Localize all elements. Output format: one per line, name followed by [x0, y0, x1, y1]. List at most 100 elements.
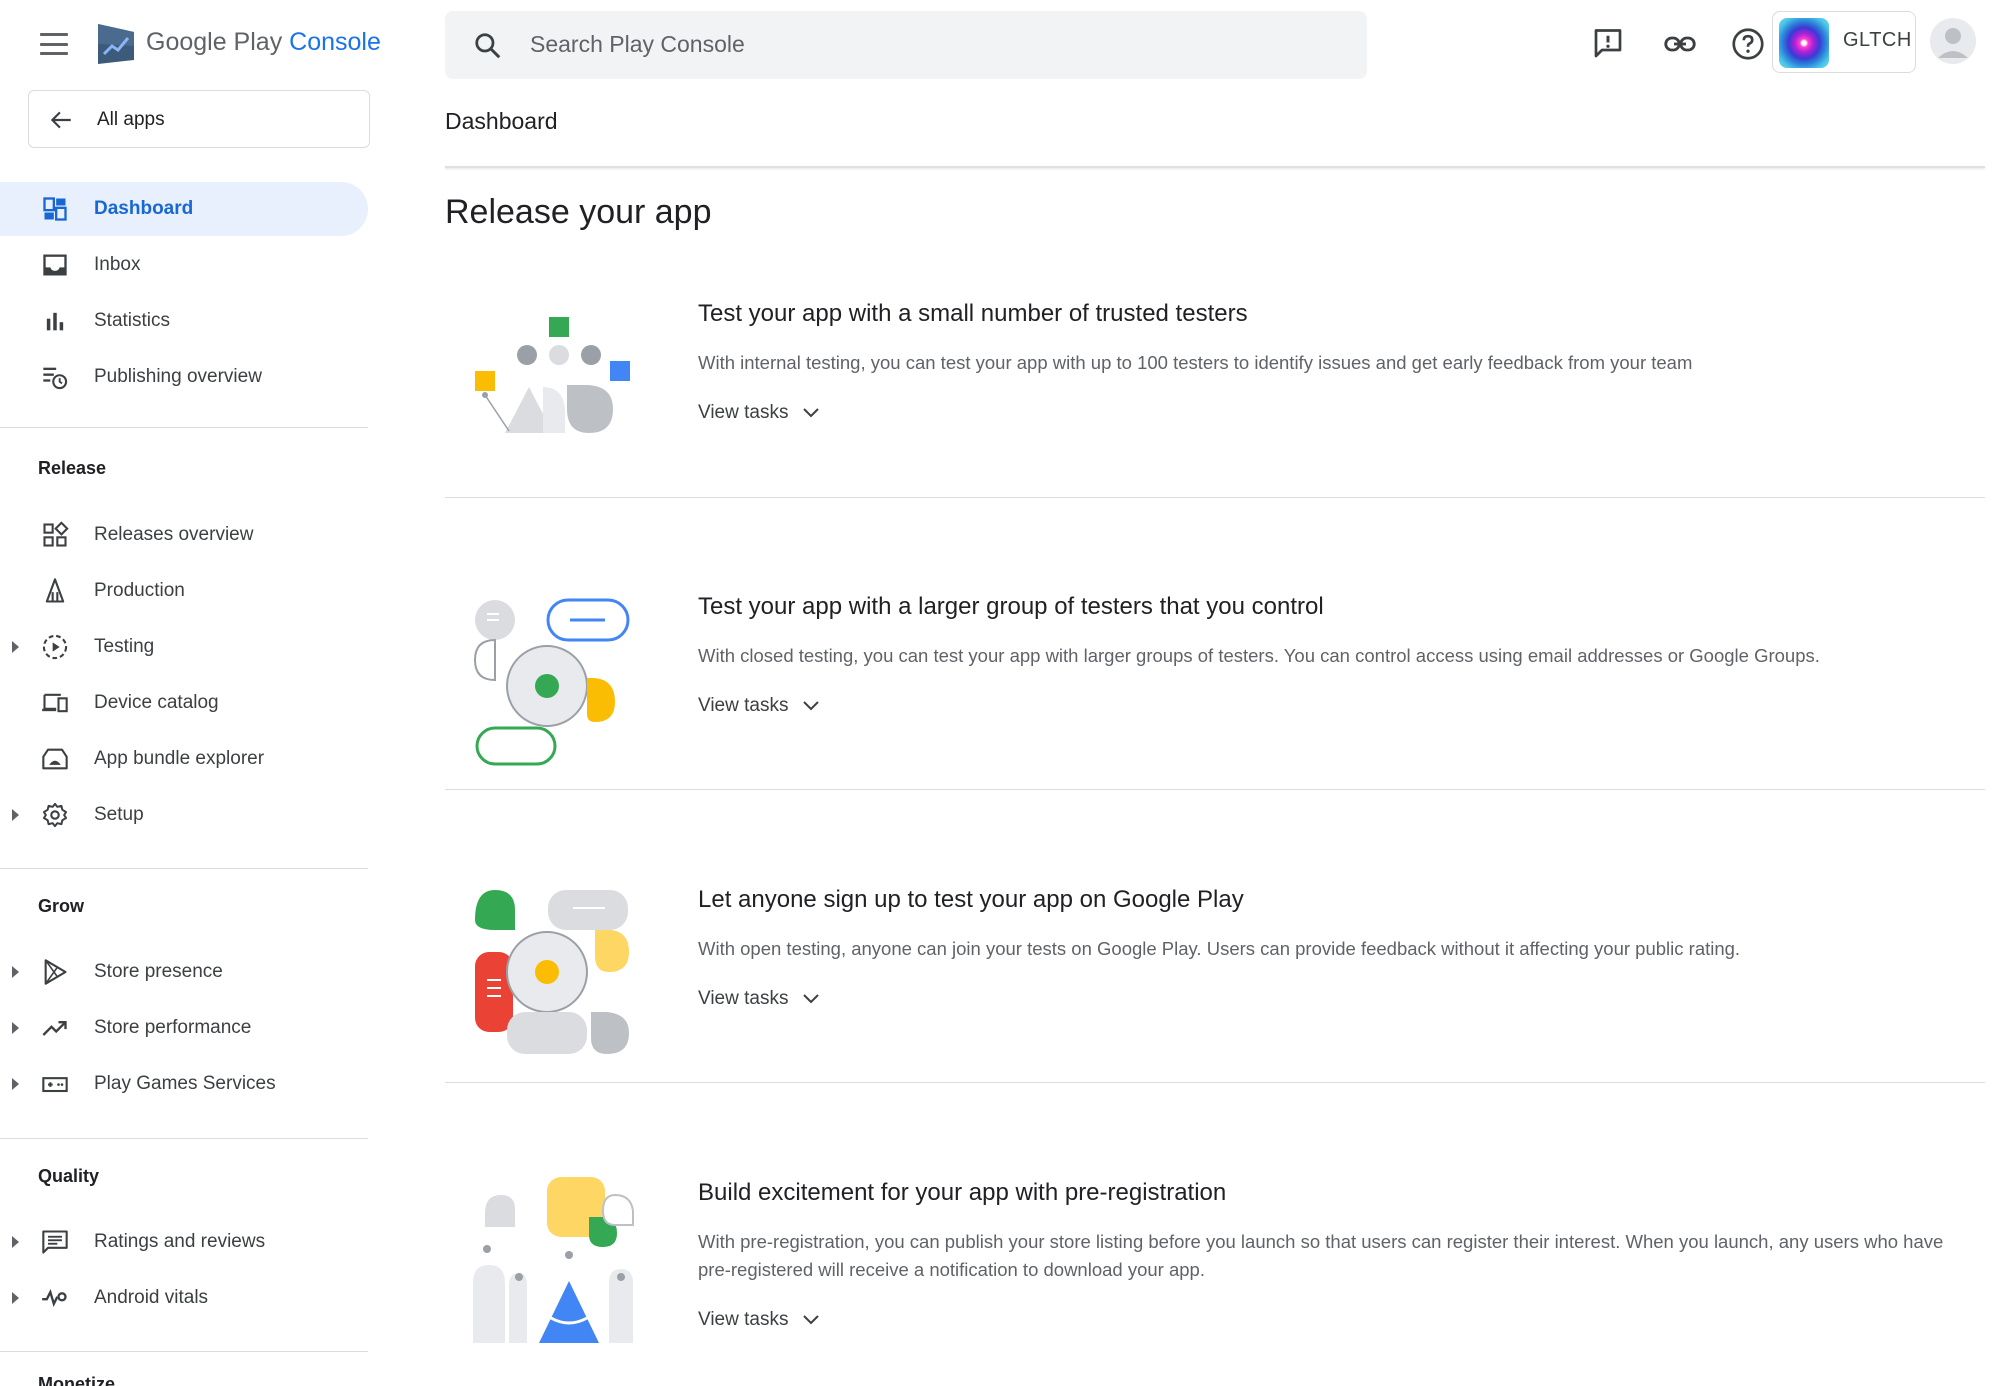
card-description: With open testing, anyone can join your … [698, 938, 1741, 959]
view-tasks-button[interactable]: View tasks [698, 988, 820, 1010]
account-name: GLTCH [1843, 29, 1912, 51]
sidebar-item-label: App bundle explorer [94, 748, 265, 769]
chevron-down-icon [803, 994, 820, 1004]
sidebar-item-label: Store presence [94, 961, 223, 982]
gear-icon [42, 802, 68, 828]
card-description: With pre-registration, you can publish y… [698, 1231, 1944, 1280]
section-heading: Release your app [445, 193, 712, 231]
gamepad-icon [42, 1077, 68, 1093]
sidebar-item-store-performance[interactable]: Store performance [0, 1001, 368, 1055]
sidebar-item-label: Play Games Services [94, 1073, 276, 1094]
search-bar[interactable]: Search Play Console [445, 11, 1367, 79]
sidebar-item-label: Publishing overview [94, 366, 262, 387]
sidebar-item-label: Releases overview [94, 524, 254, 545]
app-icon [1779, 18, 1829, 68]
sidebar-item-label: Inbox [94, 254, 141, 275]
testing-icon [42, 634, 68, 660]
release-card-internal-testing: Test your app with a small number of tru… [445, 280, 1985, 480]
pre-registration-illustration-icon [473, 1177, 634, 1343]
view-tasks-button[interactable]: View tasks [698, 695, 820, 717]
sidebar-item-app-bundle-explorer[interactable]: App bundle explorer [0, 732, 368, 786]
card-title: Test your app with a larger group of tes… [698, 593, 1324, 620]
card-title: Build excitement for your app with pre-r… [698, 1179, 1227, 1206]
view-tasks-label: View tasks [698, 988, 789, 1009]
search-icon [475, 33, 501, 59]
sidebar-item-store-presence[interactable]: Store presence [0, 945, 368, 999]
dashboard-icon [43, 197, 67, 221]
sidebar-item-device-catalog[interactable]: Device catalog [0, 676, 368, 730]
releases-overview-icon [43, 521, 69, 547]
expand-caret-icon[interactable] [12, 1292, 19, 1304]
play-console-logo-icon [98, 24, 134, 64]
sidebar-item-android-vitals[interactable]: Android vitals [0, 1271, 368, 1325]
publishing-overview-icon [43, 367, 68, 390]
all-apps-button[interactable]: All apps [28, 90, 370, 148]
sidebar-divider [0, 1351, 368, 1352]
sidebar-item-production[interactable]: Production [0, 564, 368, 618]
sidebar-item-label: Setup [94, 804, 144, 825]
sidebar-divider [0, 868, 368, 869]
card-divider [445, 497, 1985, 498]
avatar[interactable] [1930, 18, 1976, 64]
page-title: Dashboard [445, 108, 558, 134]
header-divider [445, 166, 1985, 168]
developer-account-chip[interactable]: GLTCH [1772, 11, 1916, 73]
sidebar: All apps Dashboard Inbox Statistics Publ… [0, 88, 370, 1386]
sidebar-item-inbox[interactable]: Inbox [0, 238, 368, 292]
logo-suffix: Console [289, 28, 381, 56]
open-testing-illustration-icon [475, 890, 629, 1054]
trending-up-icon [42, 1021, 67, 1036]
play-icon [44, 959, 67, 985]
sidebar-item-publishing-overview[interactable]: Publishing overview [0, 350, 368, 404]
sidebar-item-testing[interactable]: Testing [0, 620, 368, 674]
sidebar-item-label: Dashboard [94, 198, 194, 219]
release-card-closed-testing: Test your app with a larger group of tes… [445, 573, 1985, 773]
vitals-icon [42, 1289, 67, 1307]
sidebar-item-label: Android vitals [94, 1287, 209, 1308]
search-placeholder: Search Play Console [530, 31, 745, 57]
sidebar-item-label: Statistics [94, 310, 171, 331]
expand-caret-icon[interactable] [12, 1022, 19, 1034]
section-title-release: Release [38, 458, 107, 478]
sidebar-item-dashboard[interactable]: Dashboard [0, 182, 368, 236]
sidebar-item-label: Testing [94, 636, 155, 657]
help-icon[interactable] [1730, 26, 1766, 62]
sidebar-item-ratings-and-reviews[interactable]: Ratings and reviews [0, 1215, 368, 1269]
logo-prefix: Google Play [146, 28, 283, 56]
expand-caret-icon[interactable] [12, 1236, 19, 1248]
sidebar-item-play-games-services[interactable]: Play Games Services [0, 1057, 368, 1111]
chevron-down-icon [803, 701, 820, 711]
expand-caret-icon[interactable] [12, 641, 19, 653]
card-description: With internal testing, you can test your… [698, 352, 1693, 373]
view-tasks-label: View tasks [698, 402, 789, 423]
view-tasks-button[interactable]: View tasks [698, 402, 820, 424]
arrow-back-icon [50, 111, 71, 129]
sidebar-item-statistics[interactable]: Statistics [0, 294, 368, 348]
bar-chart-icon [46, 312, 64, 331]
chevron-down-icon [803, 408, 820, 418]
sidebar-item-releases-overview[interactable]: Releases overview [0, 508, 368, 562]
view-tasks-button[interactable]: View tasks [698, 1309, 820, 1331]
sidebar-item-setup[interactable]: Setup [0, 788, 368, 842]
link-icon[interactable] [1662, 26, 1698, 62]
section-title-monetize: Monetize [38, 1374, 116, 1386]
menu-icon[interactable] [40, 33, 68, 55]
closed-testing-illustration-icon [473, 598, 630, 766]
feedback-icon[interactable] [1590, 26, 1626, 62]
sidebar-item-label: Device catalog [94, 692, 219, 713]
card-description: With closed testing, you can test your a… [698, 645, 1820, 666]
card-title: Test your app with a small number of tru… [698, 300, 1248, 327]
view-tasks-label: View tasks [698, 695, 789, 716]
sidebar-item-label: Store performance [94, 1017, 252, 1038]
all-apps-label: All apps [97, 109, 165, 130]
expand-caret-icon[interactable] [12, 1078, 19, 1090]
card-title: Let anyone sign up to test your app on G… [698, 886, 1244, 913]
expand-caret-icon[interactable] [12, 966, 19, 978]
internal-testing-illustration-icon [475, 317, 630, 433]
release-card-pre-registration: Build excitement for your app with pre-r… [445, 1159, 1985, 1379]
inbox-icon [43, 254, 67, 276]
view-tasks-label: View tasks [698, 1309, 789, 1330]
sidebar-divider [0, 1138, 368, 1139]
expand-caret-icon[interactable] [12, 809, 19, 821]
app-logo-text: Google Play Console [146, 28, 381, 57]
